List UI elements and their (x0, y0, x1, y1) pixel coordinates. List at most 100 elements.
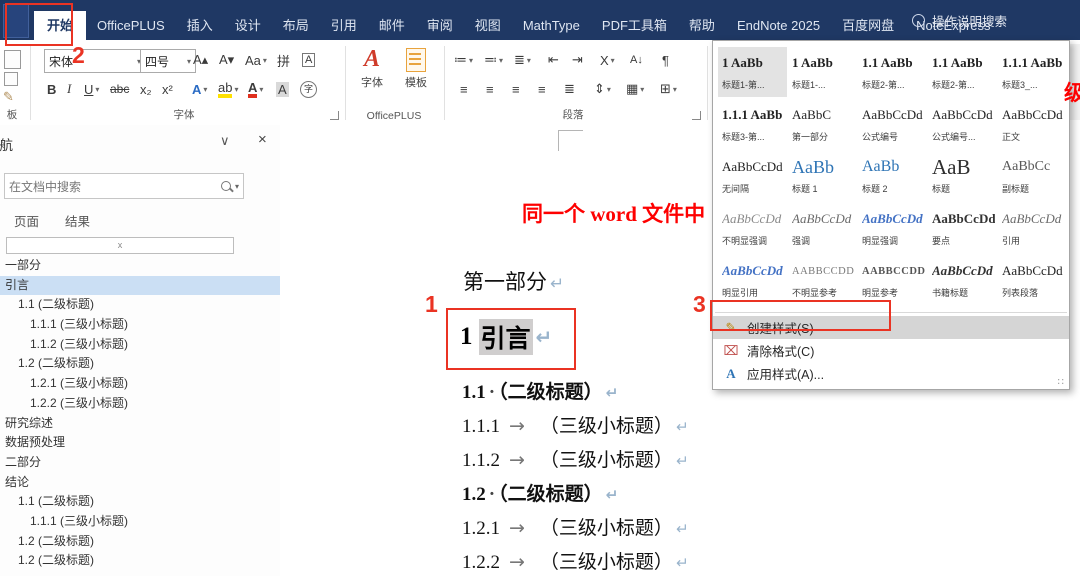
tab-baidu-netdisk[interactable]: 百度网盘 (831, 11, 905, 40)
justify-button[interactable]: ≡ (538, 78, 546, 100)
font-color-button[interactable]: A ▾ (248, 78, 263, 100)
paste-icon[interactable] (4, 50, 21, 69)
close-icon[interactable]: × (258, 131, 267, 148)
grow-font-button[interactable]: A▴ (193, 49, 208, 71)
shrink-font-button[interactable]: A▾ (219, 49, 234, 71)
decrease-indent-button[interactable]: ⇤ (548, 49, 559, 71)
align-center-button[interactable]: ≡ (486, 78, 494, 100)
character-border-button[interactable]: A (302, 49, 316, 71)
tab-references[interactable]: 引用 (320, 11, 368, 40)
tab-endnote[interactable]: EndNote 2025 (726, 11, 831, 40)
subscript-button[interactable]: x₂ (140, 78, 152, 100)
underline-button[interactable]: U ▾ (84, 78, 99, 100)
nav-filter-box[interactable]: x (6, 237, 234, 254)
format-painter-icon[interactable]: ✎ (3, 86, 14, 108)
shading-button[interactable]: ▦ ▾ (626, 78, 644, 100)
superscript-button[interactable]: x² (162, 78, 173, 100)
text-effects-button[interactable]: A ▾ (192, 78, 207, 100)
line-spacing-button[interactable]: ⇕ ▾ (594, 78, 611, 100)
officeplus-template-button[interactable]: 模板 (396, 46, 436, 104)
style-item[interactable]: 1.1.1 AaBb 标题3-第... (718, 99, 787, 149)
increase-indent-button[interactable]: ⇥ (572, 49, 583, 71)
bulleted-list-button[interactable]: ≔ ▾ (454, 49, 473, 71)
style-item[interactable]: AaB 标题 (928, 151, 997, 201)
nav-item[interactable]: 1.2 (二级标题) (0, 532, 280, 552)
style-item[interactable]: AaBbCcDd 列表段落 (998, 255, 1067, 305)
style-item[interactable]: 1.1 AaBb 标题2-第... (928, 47, 997, 97)
paragraph-dialog-launcher-icon[interactable] (692, 111, 701, 120)
nav-search-input[interactable]: 在文档中搜索 ▾ (4, 173, 244, 199)
bold-button[interactable]: B (47, 78, 56, 100)
sort-button[interactable]: A↓ (630, 49, 643, 71)
style-item[interactable]: AABBCCDD 明显参考 (858, 255, 927, 305)
style-item[interactable]: AaBbCcDd 要点 (928, 203, 997, 253)
character-shading-button[interactable]: A (276, 78, 289, 100)
style-item[interactable]: AaBbCcDd 不明显强调 (718, 203, 787, 253)
app-icon[interactable] (3, 4, 29, 38)
style-item[interactable]: AaBb 标题 2 (858, 151, 927, 201)
officeplus-font-button[interactable]: A 字体 (352, 46, 392, 104)
asian-layout-button[interactable]: X ▾ (600, 49, 615, 71)
tab-view[interactable]: 视图 (464, 11, 512, 40)
clear-formatting-menu-item[interactable]: ⌧ 清除格式(C) (713, 339, 1069, 362)
align-right-button[interactable]: ≡ (512, 78, 520, 100)
nav-item[interactable]: 1.2 (二级标题) (0, 354, 280, 374)
strikethrough-button[interactable]: abc (110, 78, 129, 100)
highlight-color-button[interactable]: ab ▾ (218, 78, 238, 100)
font-size-combo[interactable]: 四号 ▾ (140, 49, 196, 73)
nav-item[interactable]: 数据预处理 (0, 433, 280, 453)
nav-item[interactable]: 1.1.1 (三级小标题) (0, 512, 280, 532)
tab-review[interactable]: 审阅 (416, 11, 464, 40)
tab-officeplus[interactable]: OfficePLUS (86, 11, 176, 40)
nav-item[interactable]: 1.2.1 (三级小标题) (0, 374, 280, 394)
nav-item[interactable]: 1.1.1 (三级小标题) (0, 315, 280, 335)
nav-item[interactable]: 一部分 (0, 256, 280, 276)
tab-insert[interactable]: 插入 (176, 11, 224, 40)
tab-design[interactable]: 设计 (224, 11, 272, 40)
nav-tab-results[interactable]: 结果 (65, 211, 90, 230)
tab-mailings[interactable]: 邮件 (368, 11, 416, 40)
style-item[interactable]: AaBbCcDd 引用 (998, 203, 1067, 253)
nav-item[interactable]: 1.2.2 (三级小标题) (0, 394, 280, 414)
copy-icon[interactable] (4, 72, 18, 86)
style-item[interactable]: 1 AaBb 标题1-第... (718, 47, 787, 97)
multilevel-list-button[interactable]: ≣ ▾ (514, 49, 531, 71)
style-item[interactable]: AaBbC 第一部分 (788, 99, 857, 149)
apply-styles-menu-item[interactable]: A 应用样式(A)... (713, 362, 1069, 385)
tab-pdf-tools[interactable]: PDF工具箱 (591, 11, 678, 40)
nav-item[interactable]: 结论 (0, 473, 280, 493)
font-name-combo[interactable]: 宋体 ▾ (44, 49, 146, 73)
font-dialog-launcher-icon[interactable] (330, 111, 339, 120)
tab-home[interactable]: 开始 (34, 11, 87, 40)
style-item[interactable]: AaBbCcDd 正文 (998, 99, 1067, 149)
style-item[interactable]: AaBbCcDd 公式编号 (858, 99, 927, 149)
nav-item[interactable]: 二部分 (0, 453, 280, 473)
phonetic-guide-button[interactable]: 拼 (277, 49, 290, 71)
numbered-list-button[interactable]: ≕ ▾ (484, 49, 503, 71)
nav-item[interactable]: 1.1.2 (三级小标题) (0, 335, 280, 355)
create-style-menu-item[interactable]: ✎ 创建样式(S) (713, 316, 1069, 339)
style-item[interactable]: AABBCCDD 不明显参考 (788, 255, 857, 305)
distributed-button[interactable]: ≣ (564, 78, 575, 100)
style-item[interactable]: AaBb 标题 1 (788, 151, 857, 201)
nav-tab-pages[interactable]: 页面 (14, 211, 39, 230)
tab-help[interactable]: 帮助 (678, 11, 726, 40)
nav-item[interactable]: 研究综述 (0, 414, 280, 434)
tab-layout[interactable]: 布局 (272, 11, 320, 40)
style-item[interactable]: AaBbCcDd 无间隔 (718, 151, 787, 201)
style-item[interactable]: AaBbCcDd 强调 (788, 203, 857, 253)
style-item[interactable]: 1.1.1 AaBb 标题3_... (998, 47, 1067, 97)
style-item[interactable]: AaBbCc 副标题 (998, 151, 1067, 201)
show-marks-button[interactable]: ¶ (662, 49, 669, 71)
italic-button[interactable]: I (67, 78, 71, 100)
nav-item[interactable]: 1.1 (二级标题) (0, 492, 280, 512)
nav-item[interactable]: 1.2 (二级标题) (0, 551, 280, 571)
resize-grip-icon[interactable]: ∷ (1058, 377, 1065, 388)
chevron-down-icon[interactable]: ∨ (220, 133, 230, 149)
change-case-button[interactable]: Aa ▾ (245, 49, 267, 71)
style-item[interactable]: 1 AaBb 标题1-... (788, 47, 857, 97)
style-item[interactable]: AaBbCcDd 明显强调 (858, 203, 927, 253)
tell-me-search[interactable]: 操作说明搜索 (912, 0, 1007, 40)
enclose-characters-button[interactable]: 字 (300, 78, 317, 100)
style-item[interactable]: 1.1 AaBb 标题2-第... (858, 47, 927, 97)
